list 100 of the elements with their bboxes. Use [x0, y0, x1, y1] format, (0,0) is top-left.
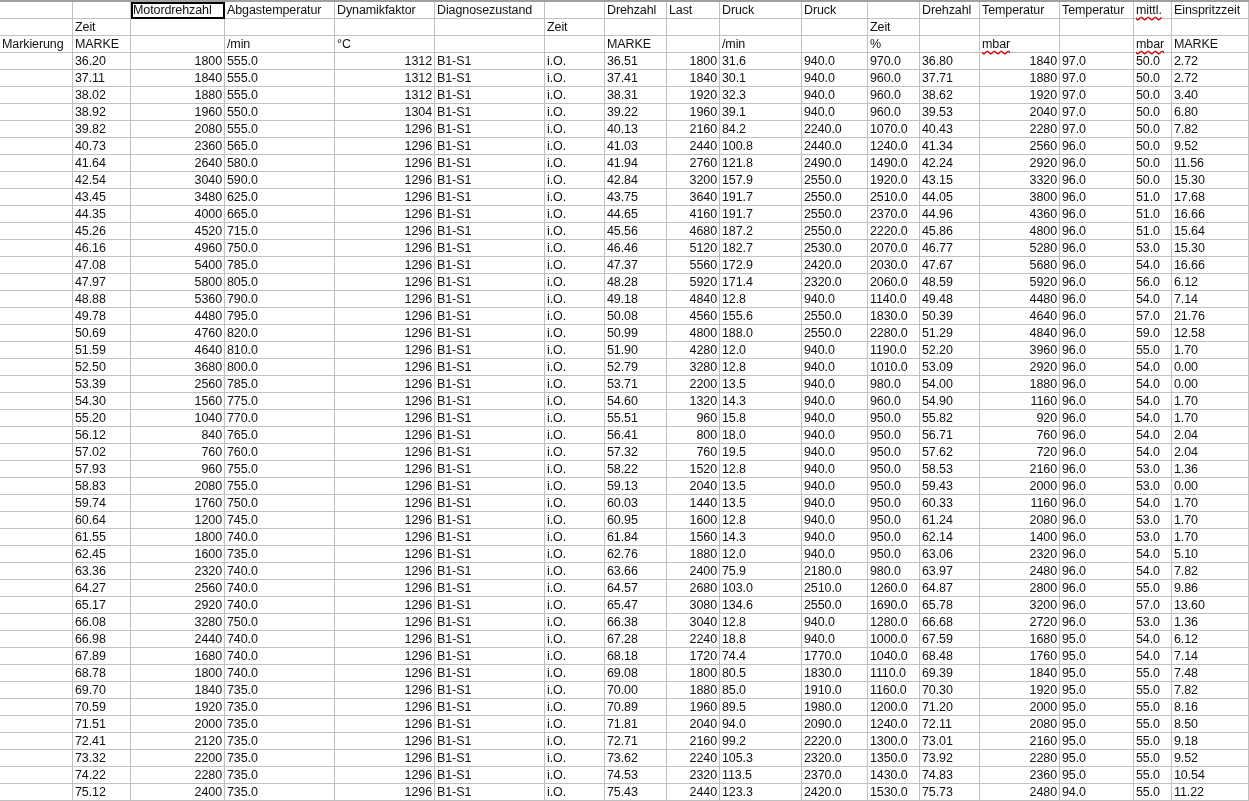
table-cell: 4160: [667, 206, 720, 223]
table-cell: 62.14: [920, 529, 980, 546]
table-cell: 46.16: [73, 240, 131, 257]
table-cell: 97.0: [1060, 121, 1134, 138]
table-cell: 1296: [335, 597, 435, 614]
table-cell: 2510.0: [802, 580, 868, 597]
table-cell: 43.75: [605, 189, 667, 206]
table-cell: 980.0: [868, 563, 920, 580]
table-cell: 53.09: [920, 359, 980, 376]
table-cell: 134.6: [720, 597, 802, 614]
header-cell[interactable]: Zeit: [73, 19, 131, 36]
header-cell[interactable]: Einspritzzeit: [1172, 2, 1249, 19]
table-cell: 50.08: [605, 308, 667, 325]
table-cell: 12.8: [720, 291, 802, 308]
table-cell: 54.0: [1134, 376, 1172, 393]
table-cell: 12.8: [720, 461, 802, 478]
selected-cell[interactable]: Motordrehzahl: [131, 2, 225, 19]
table-cell: 820.0: [225, 325, 335, 342]
header-cell[interactable]: Druck: [802, 2, 868, 19]
table-cell: 3080: [667, 597, 720, 614]
table-cell: 39.82: [73, 121, 131, 138]
header-cell[interactable]: /min: [720, 36, 802, 53]
table-cell: 70.89: [605, 699, 667, 716]
header-cell[interactable]: Last: [667, 2, 720, 19]
empty-cell: [868, 2, 920, 19]
table-cell: 70.00: [605, 682, 667, 699]
header-cell[interactable]: Dynamikfaktor: [335, 2, 435, 19]
table-cell: 15.30: [1172, 172, 1249, 189]
table-cell: 550.0: [225, 104, 335, 121]
table-cell: 63.36: [73, 563, 131, 580]
table-cell: 6.12: [1172, 631, 1249, 648]
header-cell[interactable]: Temperatur: [1060, 2, 1134, 19]
table-cell: B1-S1: [435, 478, 545, 495]
table-cell: 54.0: [1134, 291, 1172, 308]
table-cell: 2760: [667, 155, 720, 172]
table-cell: 940.0: [802, 546, 868, 563]
table-cell: i.O.: [545, 393, 605, 410]
table-cell: 1490.0: [868, 155, 920, 172]
table-cell: 740.0: [225, 648, 335, 665]
table-cell: 2000: [980, 699, 1060, 716]
header-cell[interactable]: mbar: [1134, 36, 1172, 53]
table-cell: 1.70: [1172, 410, 1249, 427]
table-cell: 97.0: [1060, 70, 1134, 87]
header-cell[interactable]: mittl.: [1134, 2, 1172, 19]
table-cell: 96.0: [1060, 291, 1134, 308]
table-cell: 54.0: [1134, 257, 1172, 274]
header-cell[interactable]: %: [868, 36, 920, 53]
table-cell: 765.0: [225, 427, 335, 444]
table-cell: 1440: [667, 495, 720, 512]
table-cell: i.O.: [545, 631, 605, 648]
table-cell: 2080: [980, 716, 1060, 733]
header-cell[interactable]: Abgastemperatur: [225, 2, 335, 19]
table-cell: 0.00: [1172, 478, 1249, 495]
table-cell: B1-S1: [435, 359, 545, 376]
table-cell: 55.0: [1134, 682, 1172, 699]
header-cell[interactable]: Drehzahl: [920, 2, 980, 19]
header-cell[interactable]: Drehzahl: [605, 2, 667, 19]
table-cell: 2240.0: [802, 121, 868, 138]
table-cell: 95.0: [1060, 699, 1134, 716]
header-cell[interactable]: Zeit: [545, 19, 605, 36]
table-cell: 960.0: [868, 104, 920, 121]
table-cell: B1-S1: [435, 138, 545, 155]
table-cell: 50.0: [1134, 87, 1172, 104]
header-cell[interactable]: Markierung: [0, 36, 73, 53]
table-cell: 84.2: [720, 121, 802, 138]
header-cell[interactable]: Temperatur: [980, 2, 1060, 19]
table-cell: 171.4: [720, 274, 802, 291]
table-cell: 46.77: [920, 240, 980, 257]
table-cell: 4560: [667, 308, 720, 325]
table-cell: 1296: [335, 121, 435, 138]
table-cell: 1296: [335, 189, 435, 206]
header-cell[interactable]: °C: [335, 36, 435, 53]
table-cell: 970.0: [868, 53, 920, 70]
header-cell[interactable]: MARKE: [1172, 36, 1249, 53]
table-cell: 0.00: [1172, 376, 1249, 393]
table-cell: 1280.0: [868, 614, 920, 631]
table-cell: i.O.: [545, 104, 605, 121]
header-cell[interactable]: MARKE: [605, 36, 667, 53]
table-cell: 1296: [335, 665, 435, 682]
header-cell[interactable]: Zeit: [868, 19, 920, 36]
table-cell: 58.83: [73, 478, 131, 495]
header-cell[interactable]: MARKE: [73, 36, 131, 53]
table-cell: 95.0: [1060, 648, 1134, 665]
table-cell: 1980.0: [802, 699, 868, 716]
header-cell[interactable]: mbar: [980, 36, 1060, 53]
table-cell: 96.0: [1060, 546, 1134, 563]
table-cell: 1296: [335, 733, 435, 750]
table-cell: 565.0: [225, 138, 335, 155]
table-cell: 55.0: [1134, 342, 1172, 359]
header-cell[interactable]: Diagnosezustand: [435, 2, 545, 19]
header-cell[interactable]: Druck: [720, 2, 802, 19]
table-cell: 2240: [667, 750, 720, 767]
table-cell: B1-S1: [435, 189, 545, 206]
header-cell[interactable]: /min: [225, 36, 335, 53]
table-cell: 96.0: [1060, 563, 1134, 580]
table-cell: 1830.0: [802, 665, 868, 682]
table-cell: 61.84: [605, 529, 667, 546]
table-cell: 1296: [335, 410, 435, 427]
table-cell: 3200: [667, 172, 720, 189]
table-cell: 3280: [667, 359, 720, 376]
